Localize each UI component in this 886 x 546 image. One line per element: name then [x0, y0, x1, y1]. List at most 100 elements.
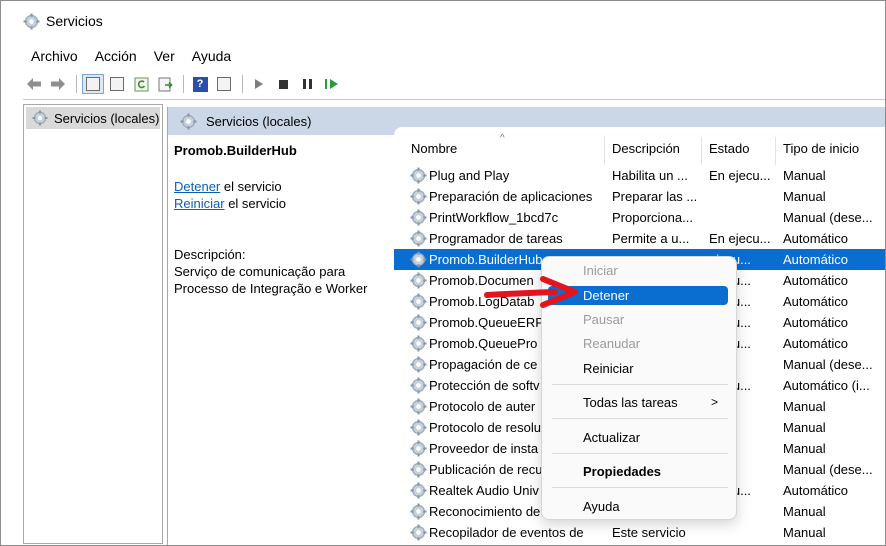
tree-item-services-local[interactable]: Servicios (locales)	[26, 107, 160, 129]
cell-start-type: Automático	[783, 252, 849, 267]
menu-item-all-tasks-label: Todas las tareas	[583, 395, 678, 410]
start-service-button[interactable]	[248, 74, 270, 94]
extended-description: Promob.BuilderHub Detener el servicio Re…	[174, 143, 394, 297]
table-row[interactable]: Plug and Play Habilita un ... En ejecu... M…	[394, 165, 885, 186]
column-header-start-type[interactable]: Tipo de inicio	[783, 141, 859, 163]
services-pane: Servicios (locales) Promob.BuilderHub De…	[167, 107, 885, 545]
cell-start-type: Manual (dese...	[783, 210, 873, 225]
cell-start-type: Manual	[783, 441, 826, 456]
pause-service-button[interactable]	[296, 74, 318, 94]
column-header-state[interactable]: Estado	[709, 141, 749, 163]
restart-bar-icon	[324, 79, 327, 89]
cell-name: Plug and Play	[429, 168, 510, 183]
table-row[interactable]: PrintWorkflow_1bcd7c Proporciona... Manual…	[394, 207, 885, 228]
stop-service-button[interactable]	[272, 74, 294, 94]
show-hide-tree-button[interactable]	[82, 74, 104, 94]
service-gear-icon	[410, 209, 427, 226]
restart-play-icon	[329, 79, 338, 89]
stop-service-link[interactable]: Detener	[174, 179, 220, 194]
service-gear-icon	[410, 335, 427, 352]
menu-accion[interactable]: Acción	[95, 45, 137, 67]
sort-ascending-icon: ^	[500, 133, 505, 144]
console-tree-icon	[86, 77, 100, 91]
cell-start-type: Automático	[783, 294, 849, 309]
menu-item-resume[interactable]: Reanudar	[548, 334, 728, 353]
restart-service-button[interactable]	[320, 74, 342, 94]
play-icon	[255, 79, 263, 89]
menu-item-restart[interactable]: Reiniciar	[548, 359, 728, 378]
table-row[interactable]: Recopilador de eventos de Este servicio Ma…	[394, 522, 885, 543]
menu-item-help[interactable]: Ayuda	[548, 497, 728, 516]
menu-separator	[552, 418, 728, 419]
service-gear-icon	[410, 377, 427, 394]
tree-item-label: Servicios (locales)	[54, 110, 160, 126]
properties-icon	[110, 77, 124, 91]
back-button[interactable]	[23, 74, 45, 94]
menu-item-properties[interactable]: Propiedades	[548, 462, 728, 481]
menu-separator	[552, 487, 728, 488]
window-title: Servicios	[46, 13, 103, 29]
description-text-line2: Processo de Integração e Worker	[174, 281, 368, 296]
service-gear-icon	[410, 167, 427, 184]
cell-name: PrintWorkflow_1bcd7c	[429, 210, 559, 225]
cell-start-type: Manual	[783, 399, 826, 414]
column-divider	[701, 137, 702, 165]
stop-service-line: Detener el servicio	[174, 178, 394, 195]
chevron-right-icon: >	[710, 395, 718, 409]
service-gear-icon	[410, 419, 427, 436]
refresh-button[interactable]	[130, 74, 152, 94]
help-button[interactable]: ?	[189, 74, 211, 94]
cell-start-type: Manual (dese...	[783, 357, 873, 372]
cell-start-type: Manual	[783, 168, 826, 183]
restart-service-suffix: el servicio	[224, 196, 286, 211]
column-header-description[interactable]: Descripción	[612, 141, 680, 163]
pause-icon	[302, 79, 312, 89]
table-row[interactable]: Programador de tareas Permite a u... En ej…	[394, 228, 885, 249]
restart-service-link[interactable]: Reiniciar	[174, 196, 225, 211]
service-gear-icon	[410, 230, 427, 247]
cell-start-type: Manual	[783, 189, 826, 204]
service-gear-icon	[410, 461, 427, 478]
pane-header-title: Servicios (locales)	[206, 113, 312, 129]
cell-state: En ejecu...	[709, 231, 771, 246]
refresh-icon	[134, 77, 148, 91]
cell-start-type: Automático (i...	[783, 378, 870, 393]
cell-name: Recopilador de eventos de	[429, 525, 584, 540]
action-pane-button[interactable]	[213, 74, 235, 94]
description-label: Descripción:	[174, 247, 246, 262]
menu-ayuda[interactable]: Ayuda	[192, 45, 231, 67]
menu-item-all-tasks[interactable]: Todas las tareas >	[548, 393, 728, 412]
cell-start-type: Automático	[783, 273, 849, 288]
cell-start-type: Manual (dese...	[783, 462, 873, 477]
cell-start-type: Manual	[783, 525, 826, 540]
arrow-left-icon	[27, 78, 41, 90]
service-gear-icon	[410, 356, 427, 373]
menu-separator	[552, 453, 728, 454]
menu-ver[interactable]: Ver	[154, 45, 175, 67]
menu-archivo[interactable]: Archivo	[31, 45, 78, 67]
forward-button[interactable]	[47, 74, 69, 94]
cell-description: Proporciona...	[612, 210, 693, 225]
services-gear-icon	[180, 113, 197, 129]
table-row[interactable]: Preparación de aplicaciones Preparar las …	[394, 186, 885, 207]
cell-start-type: Automático	[783, 231, 849, 246]
cell-state: En ejecu...	[709, 168, 771, 183]
services-gear-icon	[32, 110, 48, 126]
menu-bar: Archivo Acción Ver Ayuda	[1, 45, 248, 67]
toolbar-separator	[242, 75, 243, 93]
export-list-button[interactable]	[154, 74, 176, 94]
column-header-name[interactable]: Nombre	[411, 141, 457, 163]
service-gear-icon	[410, 188, 427, 205]
service-gear-icon	[410, 440, 427, 457]
restart-service-line: Reiniciar el servicio	[174, 195, 394, 212]
cell-description: Permite a u...	[612, 231, 690, 246]
cell-description: Habilita un ...	[612, 168, 688, 183]
toolbar-separator	[76, 75, 77, 93]
toolbar-divider	[23, 99, 885, 100]
properties-view-button[interactable]	[106, 74, 128, 94]
cell-description: Preparar las ...	[612, 189, 698, 204]
services-window: Servicios Archivo Acción Ver Ayuda ? Ser…	[0, 0, 886, 546]
stop-service-suffix: el servicio	[220, 179, 282, 194]
console-tree: Servicios (locales)	[23, 104, 163, 544]
menu-item-refresh[interactable]: Actualizar	[548, 428, 728, 447]
